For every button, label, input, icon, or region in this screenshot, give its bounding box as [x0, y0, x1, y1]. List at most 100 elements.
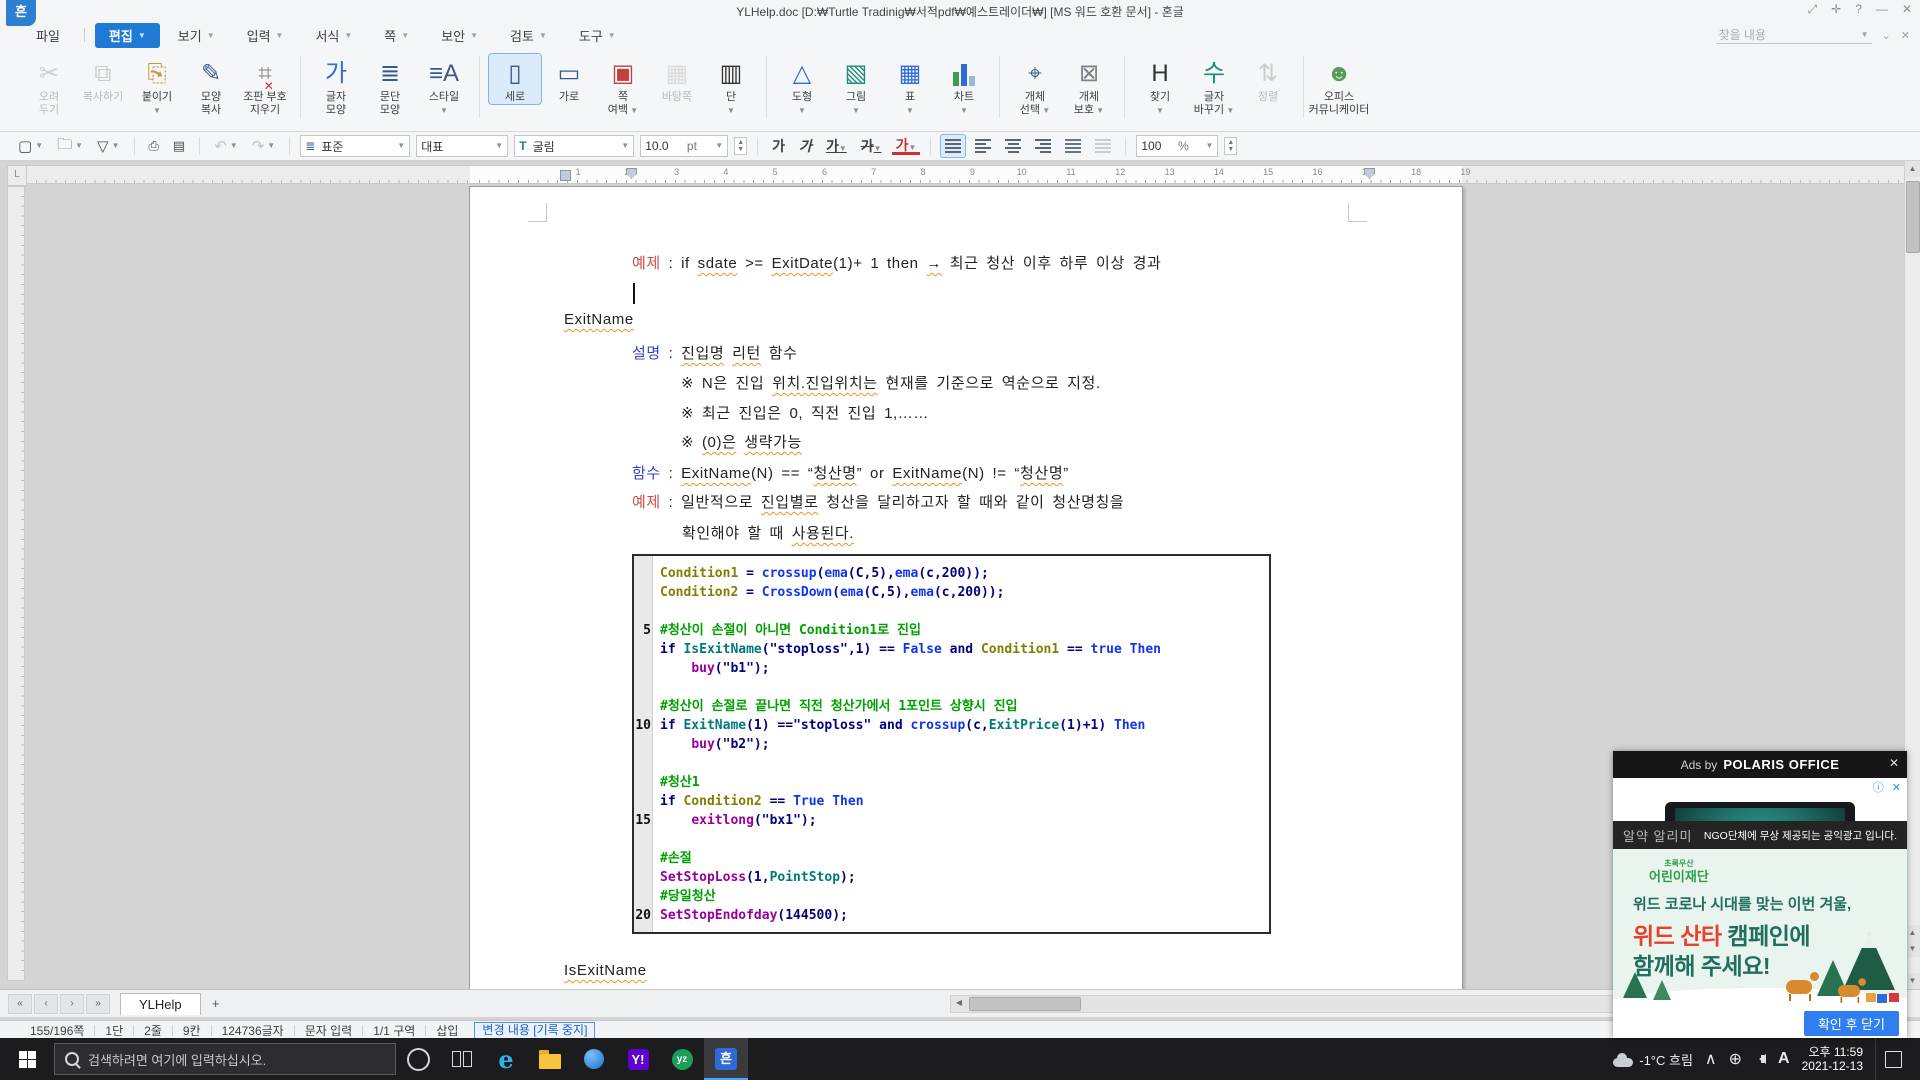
object-protect-button[interactable]: ⊠개체보호 ▼ [1063, 54, 1115, 117]
horizontal-ruler[interactable]: 12345678910111213141516171819 [26, 165, 1905, 184]
code-example-box[interactable]: Condition1 = crossup(ema(C,5),ema(c,200)… [632, 554, 1271, 934]
volume-icon[interactable] [1754, 1054, 1766, 1064]
picture-button[interactable]: ▧그림 ▼ [830, 54, 882, 117]
vertical-ruler[interactable] [7, 186, 25, 981]
ribbon-collapse-icon[interactable]: ⌄ [1882, 29, 1891, 42]
horizontal-scroll-thumb[interactable] [969, 997, 1081, 1011]
print-button[interactable]: ⎙ [145, 136, 163, 156]
ad-campaign-banner[interactable]: 초록우산 어린이재단 위드 코로나 시대를 맞는 이번 겨울, 위드 산타 캠페… [1613, 849, 1907, 1008]
bold-button[interactable]: 가 [768, 136, 789, 156]
scroll-left-button[interactable]: ◀ [951, 996, 967, 1010]
font-size-select[interactable]: 10.0 pt ▼ [640, 135, 728, 157]
align-center-button[interactable] [1001, 135, 1025, 157]
taskbar-app-file-explorer[interactable] [528, 1038, 572, 1080]
confirm-close-button[interactable]: 확인 후 닫기 [1804, 1011, 1899, 1036]
chart-button[interactable]: 차트 ▼ [938, 54, 990, 117]
menu-item-파일[interactable]: 파일 [22, 23, 74, 48]
erase-markup-button[interactable]: ⌗✕조판 부호지우기 [239, 54, 291, 117]
document-close-icon[interactable]: ✕ [1901, 29, 1910, 42]
tray-expand-chevron[interactable]: ∧ [1705, 1049, 1717, 1069]
taskbar-app-yestrader[interactable]: yz [660, 1038, 704, 1080]
ad-close2-icon[interactable]: ✕ [1892, 781, 1901, 794]
page-landscape-button[interactable]: ▭가로 [543, 54, 595, 104]
weather-widget[interactable]: -1°C 흐림 [1613, 1050, 1693, 1069]
align-right-button[interactable] [1031, 135, 1055, 157]
paste-button[interactable]: ⎘붙이기 ▼ [131, 54, 183, 117]
align-divide-button[interactable] [1091, 135, 1115, 157]
taskbar-app-edge[interactable]: e [484, 1038, 528, 1080]
next-page-button[interactable]: › [60, 994, 84, 1014]
menu-item-입력[interactable]: 입력▼ [233, 23, 298, 48]
background-page-button[interactable]: ▦바탕쪽 [651, 54, 703, 104]
new-document-button[interactable]: ▢▼ [14, 135, 47, 157]
task-view-button[interactable] [440, 1038, 484, 1080]
cut-button[interactable]: ✂오려두기 [23, 54, 75, 117]
paragraph-style-select[interactable]: ≣ 표준 ▼ [300, 135, 410, 157]
table-button[interactable]: ▦표 ▼ [884, 54, 936, 117]
last-page-button[interactable]: » [86, 994, 110, 1014]
tab-stop-corner[interactable]: L [7, 165, 27, 186]
prev-page-button[interactable]: ‹ [34, 994, 58, 1014]
help-icon[interactable]: ? [1855, 2, 1862, 17]
minimize-icon[interactable]: — [1876, 2, 1888, 17]
taskbar-clock[interactable]: 오후 11:59 2021-12-13 [1802, 1045, 1863, 1073]
object-select-button[interactable]: ⌖개체선택 ▼ [1009, 54, 1061, 117]
strikethrough-button[interactable]: 가▼ [857, 136, 886, 156]
hwp-app-logo[interactable]: 흔 [6, 0, 36, 26]
ad-info-icon[interactable]: ⓘ [1873, 779, 1884, 795]
cortana-button[interactable] [396, 1038, 440, 1080]
zoom-select[interactable]: 100 % ▼ [1136, 135, 1218, 157]
save-button[interactable]: ▽▼ [93, 135, 123, 157]
scroll-down-button[interactable]: ▼ [1905, 973, 1920, 989]
first-line-indent-marker[interactable] [560, 170, 571, 181]
vertical-scroll-thumb[interactable] [1906, 181, 1920, 253]
prev-page-button[interactable]: ▲ [1905, 925, 1920, 941]
menu-item-보안[interactable]: 보안▼ [427, 23, 492, 48]
taskbar-app-hangul[interactable]: 흔 [704, 1038, 748, 1080]
tools-icon[interactable]: ✛ [1831, 2, 1841, 17]
font-color-button[interactable]: 가▼ [892, 138, 921, 155]
page-portrait-button[interactable]: ▯세로 [489, 54, 541, 104]
shape-button[interactable]: △도형 ▼ [776, 54, 828, 117]
menu-item-편집[interactable]: 편집▼ [95, 23, 160, 48]
fullscreen-icon[interactable]: ⤢ [1808, 2, 1818, 17]
action-center-button[interactable] [1875, 1038, 1910, 1080]
columns-button[interactable]: ▥단 ▼ [705, 54, 757, 117]
input-language-indicator[interactable]: A [1778, 1050, 1790, 1068]
font-select[interactable]: T 굴림 ▼ [514, 135, 634, 157]
ad-product-image[interactable] [1613, 796, 1907, 821]
copy-button[interactable]: ⧉복사하기 [77, 54, 129, 104]
preset-select[interactable]: 대표 ▼ [416, 135, 508, 157]
replace-char-button[interactable]: 수글자바꾸기 ▼ [1188, 54, 1240, 117]
zoom-stepper[interactable]: ▲▼ [1224, 137, 1237, 155]
taskbar-search-input[interactable]: 검색하려면 여기에 입력하십시오. [54, 1043, 396, 1075]
font-size-stepper[interactable]: ▲▼ [734, 137, 747, 155]
undo-button[interactable]: ↶▼ [210, 135, 242, 157]
para-shape-button[interactable]: ≣문단모양 [364, 54, 416, 117]
ad-close-icon[interactable]: ✕ [1889, 756, 1899, 770]
copy-format-button[interactable]: ✎모양복사 [185, 54, 237, 117]
italic-button[interactable]: 가 [795, 136, 816, 156]
next-page-button[interactable]: ▼ [1905, 941, 1920, 957]
chevron-down-icon[interactable]: ▼ [1861, 30, 1869, 39]
underline-button[interactable]: 가▼ [822, 136, 851, 156]
taskbar-app-yahoo[interactable]: Y! [616, 1038, 660, 1080]
find-button[interactable]: H찾기 ▼ [1134, 54, 1186, 117]
document-page[interactable]: 예제 : if sdate >= ExitDate(1)+ 1 then → 최… [469, 186, 1463, 989]
page-margin-button[interactable]: ▣쪽여백 ▼ [597, 54, 649, 117]
preview-button[interactable]: ▤ [169, 136, 189, 156]
menu-item-도구[interactable]: 도구▼ [565, 23, 630, 48]
office-communicator-button[interactable]: ☻오피스커뮤니케이터 [1313, 54, 1365, 117]
align-justify-button[interactable] [941, 135, 965, 157]
char-shape-button[interactable]: 가글자모양 [310, 54, 362, 117]
align-distribute-button[interactable] [1061, 135, 1085, 157]
first-page-button[interactable]: « [8, 994, 32, 1014]
open-document-button[interactable]: 🗀▼ [53, 132, 87, 161]
style-button[interactable]: ≡A스타일 ▼ [418, 54, 470, 117]
redo-button[interactable]: ↷▼ [248, 135, 280, 157]
add-tab-button[interactable]: + [205, 994, 227, 1014]
change-tracking-status[interactable]: 변경 내용 [기록 중지] [474, 1022, 595, 1039]
close-icon[interactable]: ✕ [1902, 2, 1912, 17]
menu-item-보기[interactable]: 보기▼ [164, 23, 229, 48]
menu-item-검토[interactable]: 검토▼ [496, 23, 561, 48]
